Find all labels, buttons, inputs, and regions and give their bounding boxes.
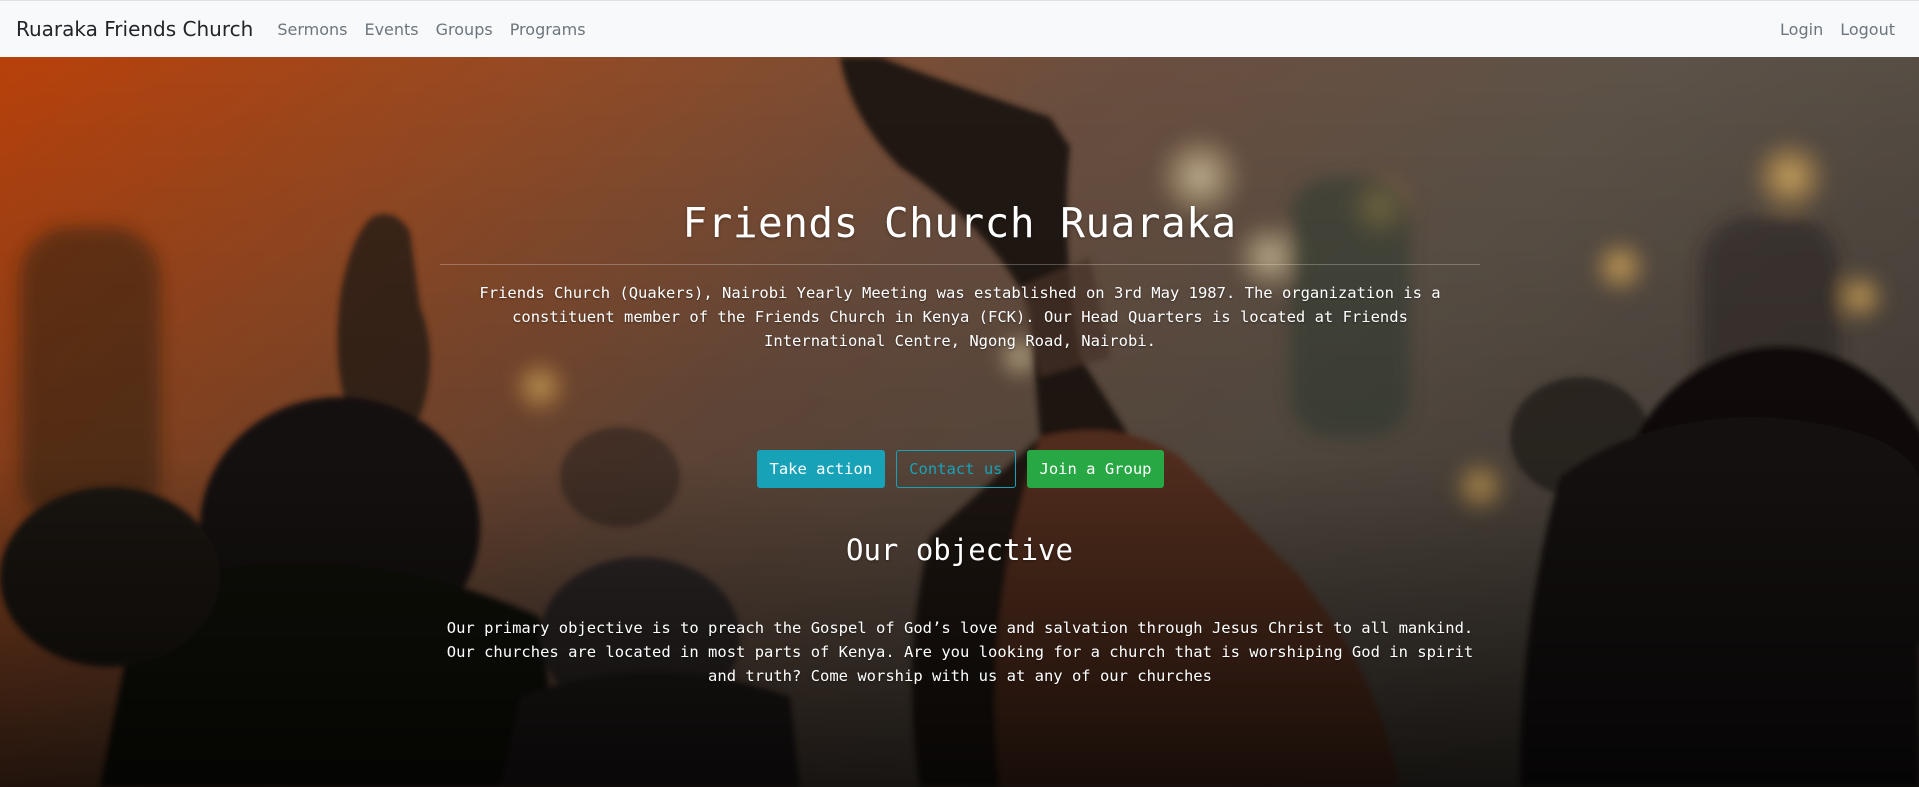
objective-heading: Our objective — [846, 533, 1073, 567]
nav-link-groups[interactable]: Groups — [436, 20, 493, 39]
nav-auth-links: Login Logout — [1780, 20, 1903, 39]
nav-link-events[interactable]: Events — [364, 20, 418, 39]
hero-content: Friends Church Ruaraka Friends Church (Q… — [0, 57, 1919, 787]
brand-link[interactable]: Ruaraka Friends Church — [16, 17, 253, 41]
nav-link-programs[interactable]: Programs — [510, 20, 586, 39]
hero-divider — [440, 264, 1480, 265]
hero-section: Friends Church Ruaraka Friends Church (Q… — [0, 57, 1919, 787]
contact-us-button[interactable]: Contact us — [896, 450, 1016, 488]
hero-lead-text: Friends Church (Quakers), Nairobi Yearly… — [479, 284, 1441, 350]
nav-links: Sermons Events Groups Programs — [277, 20, 585, 39]
objective-text: Our primary objective is to preach the G… — [446, 619, 1474, 685]
hero-buttons: Take action Contact us Join a Group — [0, 450, 1919, 488]
join-group-button[interactable]: Join a Group — [1026, 450, 1165, 488]
take-action-button[interactable]: Take action — [756, 450, 886, 488]
nav-link-sermons[interactable]: Sermons — [277, 20, 347, 39]
hero-title: Friends Church Ruaraka — [682, 199, 1237, 247]
login-link[interactable]: Login — [1780, 20, 1823, 39]
logout-link[interactable]: Logout — [1840, 20, 1895, 39]
navbar: Ruaraka Friends Church Sermons Events Gr… — [0, 0, 1919, 57]
